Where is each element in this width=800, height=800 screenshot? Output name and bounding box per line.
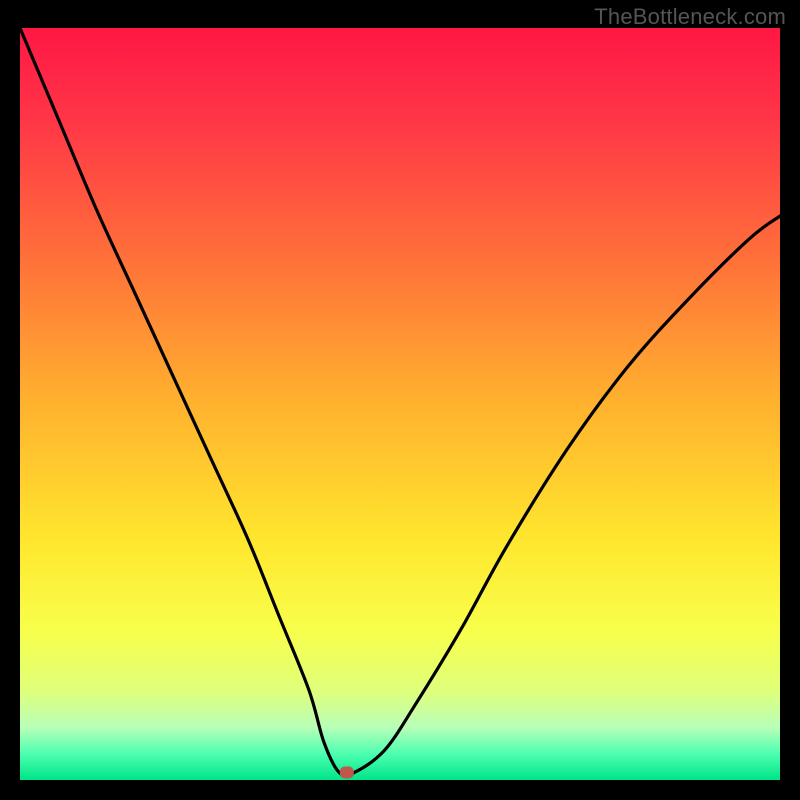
watermark-label: TheBottleneck.com [594,4,786,30]
plot-frame [20,28,780,780]
plot-background [20,28,780,780]
plot-svg [20,28,780,780]
chart-container: TheBottleneck.com [0,0,800,800]
minimum-marker [340,766,354,778]
